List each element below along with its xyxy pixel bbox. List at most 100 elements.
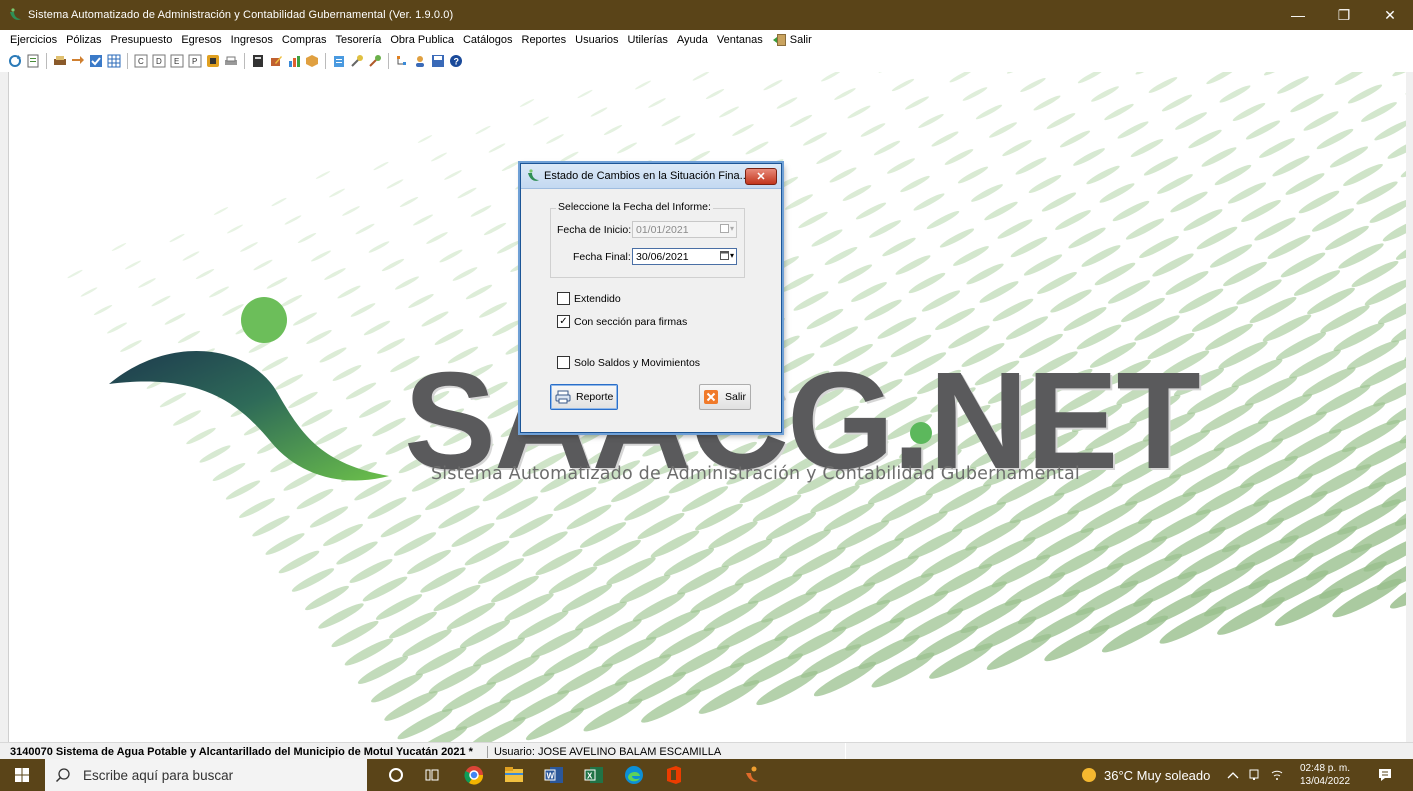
toolbar-help-icon[interactable]: ? xyxy=(448,53,464,69)
toolbar-printer-icon[interactable] xyxy=(223,53,239,69)
dialog-title: Estado de Cambios en la Situación Fina..… xyxy=(544,170,749,182)
menu-polizas[interactable]: Pólizas xyxy=(66,34,101,46)
start-date-picker[interactable]: 01/01/2021 ▾ xyxy=(632,221,737,238)
saacg-taskbar-icon[interactable] xyxy=(734,759,770,791)
firmas-label: Con sección para firmas xyxy=(574,315,688,328)
taskbar-search-box[interactable]: Escribe aquí para buscar xyxy=(45,759,367,791)
network-icon[interactable] xyxy=(1244,759,1266,791)
menu-tesoreria[interactable]: Tesorería xyxy=(336,34,382,46)
report-button[interactable]: Reporte xyxy=(550,384,618,410)
menu-egresos[interactable]: Egresos xyxy=(181,34,221,46)
menu-salir[interactable]: Salir xyxy=(772,33,812,47)
brand-subtitle: Sistema Automatizado de Administración y… xyxy=(431,464,1080,484)
menu-compras[interactable]: Compras xyxy=(282,34,327,46)
exit-door-icon xyxy=(772,34,786,46)
toolbar-clipboard-icon[interactable] xyxy=(331,53,347,69)
word-icon[interactable]: W xyxy=(536,759,572,791)
toolbar: C D E P ? xyxy=(0,50,1413,72)
svg-text:W: W xyxy=(547,772,555,781)
menu-bar: Ejercicios Pólizas Presupuesto Egresos I… xyxy=(0,30,1413,50)
office-icon[interactable] xyxy=(656,759,692,791)
file-explorer-icon[interactable] xyxy=(496,759,532,791)
toolbar-print-icon[interactable] xyxy=(52,53,68,69)
menu-reportes[interactable]: Reportes xyxy=(522,34,567,46)
toolbar-transfer-icon[interactable] xyxy=(70,53,86,69)
toolbar-separator xyxy=(127,53,128,69)
toolbar-grid-icon[interactable] xyxy=(106,53,122,69)
windows-start-icon[interactable] xyxy=(4,759,40,791)
start-date-value: 01/01/2021 xyxy=(636,223,689,236)
exit-x-icon xyxy=(704,390,718,404)
toolbar-save-icon[interactable] xyxy=(430,53,446,69)
menu-ingresos[interactable]: Ingresos xyxy=(231,34,273,46)
menu-ejercicios[interactable]: Ejercicios xyxy=(10,34,57,46)
svg-text:E: E xyxy=(174,57,179,66)
start-date-label: Fecha de Inicio: xyxy=(557,224,632,236)
excel-icon[interactable]: X xyxy=(576,759,612,791)
minimize-button[interactable]: — xyxy=(1275,0,1321,30)
toolbar-refresh-icon[interactable] xyxy=(7,53,23,69)
exit-button-label: Salir xyxy=(725,391,747,403)
toolbar-separator xyxy=(325,53,326,69)
saldos-label: Solo Saldos y Movimientos xyxy=(574,356,701,369)
system-clock[interactable]: 02:48 p. m. 13/04/2022 xyxy=(1295,762,1355,788)
firmas-checkbox[interactable]: ✓ Con sección para firmas xyxy=(557,315,687,328)
window-title: Sistema Automatizado de Administración y… xyxy=(28,9,454,21)
wifi-icon[interactable] xyxy=(1266,759,1288,791)
cortana-icon[interactable] xyxy=(378,759,414,791)
toolbar-document-icon[interactable] xyxy=(25,53,41,69)
toolbar-d-icon[interactable]: D xyxy=(151,53,167,69)
maximize-button[interactable]: ❐ xyxy=(1321,0,1367,30)
toolbar-user-icon[interactable] xyxy=(412,53,428,69)
search-placeholder: Escribe aquí para buscar xyxy=(83,767,234,783)
close-button[interactable]: ✕ xyxy=(1367,0,1413,30)
dialog-app-icon xyxy=(528,169,539,181)
task-view-icon[interactable] xyxy=(414,759,450,791)
windows-taskbar: Escribe aquí para buscar W X 36°C Muy so… xyxy=(0,759,1413,791)
toolbar-badge-icon[interactable] xyxy=(205,53,221,69)
status-bar: 3140070 Sistema de Agua Potable y Alcant… xyxy=(0,742,1413,760)
toolbar-p-icon[interactable]: P xyxy=(187,53,203,69)
menu-obra-publica[interactable]: Obra Publica xyxy=(390,34,454,46)
toolbar-tools-icon[interactable] xyxy=(349,53,365,69)
chevron-up-icon[interactable] xyxy=(1222,759,1244,791)
toolbar-edit-icon[interactable] xyxy=(268,53,284,69)
dialog-close-button[interactable]: ✕ xyxy=(745,168,777,185)
toolbar-box-icon[interactable] xyxy=(304,53,320,69)
toolbar-brush-icon[interactable] xyxy=(367,53,383,69)
edge-icon[interactable] xyxy=(616,759,652,791)
svg-text:?: ? xyxy=(454,57,460,67)
calendar-dropdown-icon: ▾ xyxy=(719,224,734,233)
status-user: Usuario: JOSE AVELINO BALAM ESCAMILLA xyxy=(486,745,721,758)
calendar-dropdown-icon: ▾ xyxy=(719,251,734,260)
end-date-picker[interactable]: 30/06/2021 ▾ xyxy=(632,248,737,265)
date-group-label: Seleccione la Fecha del Informe: xyxy=(556,201,713,213)
search-icon xyxy=(55,768,70,783)
chrome-icon[interactable] xyxy=(456,759,492,791)
notifications-icon[interactable] xyxy=(1367,759,1403,791)
menu-usuarios[interactable]: Usuarios xyxy=(575,34,618,46)
weather-widget[interactable]: 36°C Muy soleado xyxy=(1080,759,1210,791)
app-logo-icon xyxy=(10,8,21,20)
toolbar-notebook-icon[interactable] xyxy=(250,53,266,69)
window-title-bar: Sistema Automatizado de Administración y… xyxy=(0,0,1413,30)
toolbar-e-icon[interactable]: E xyxy=(169,53,185,69)
toolbar-chart-icon[interactable] xyxy=(286,53,302,69)
toolbar-c-icon[interactable]: C xyxy=(133,53,149,69)
toolbar-checklist-icon[interactable] xyxy=(88,53,104,69)
menu-presupuesto[interactable]: Presupuesto xyxy=(111,34,173,46)
saldos-checkbox[interactable]: Solo Saldos y Movimientos xyxy=(557,356,700,369)
dialog-title-bar[interactable]: Estado de Cambios en la Situación Fina..… xyxy=(521,164,781,189)
end-date-value: 30/06/2021 xyxy=(636,250,689,263)
clock-date: 13/04/2022 xyxy=(1299,776,1351,787)
menu-ventanas[interactable]: Ventanas xyxy=(717,34,763,46)
extendido-checkbox[interactable]: Extendido xyxy=(557,292,621,305)
menu-ayuda[interactable]: Ayuda xyxy=(677,34,708,46)
menu-catalogos[interactable]: Catálogos xyxy=(463,34,513,46)
printer-icon xyxy=(555,390,571,404)
menu-utilerias[interactable]: Utilerías xyxy=(628,34,668,46)
svg-text:C: C xyxy=(138,57,144,66)
exit-button[interactable]: Salir xyxy=(699,384,751,410)
toolbar-tree-icon[interactable] xyxy=(394,53,410,69)
toolbar-separator xyxy=(388,53,389,69)
